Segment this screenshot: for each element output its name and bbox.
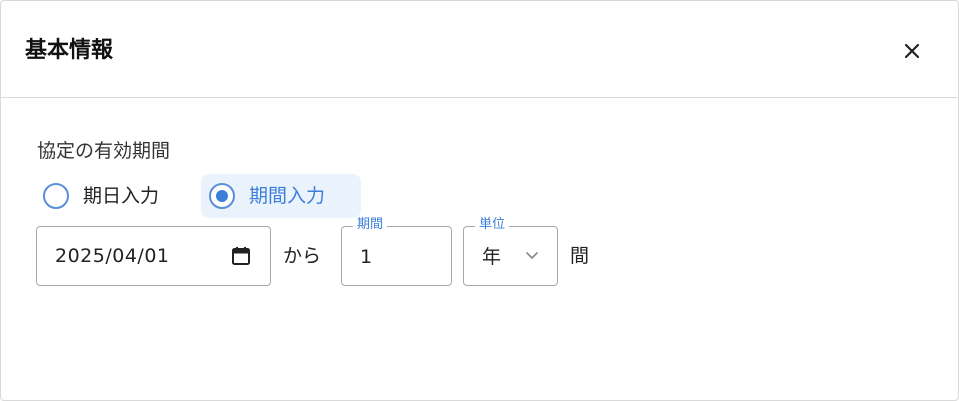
dialog: 基本情報 協定の有効期間 期日入力 期間入力 2025/04/01 から 期間 …	[0, 0, 959, 401]
unit-select[interactable]: 単位 年	[463, 217, 558, 286]
close-button[interactable]	[898, 37, 926, 65]
calendar-icon[interactable]	[230, 245, 252, 267]
close-icon	[904, 43, 920, 59]
radio-button-period-input[interactable]	[209, 183, 235, 209]
radio-button-date-input[interactable]	[43, 183, 69, 209]
dialog-title: 基本情報	[25, 38, 114, 63]
validity-period-label: 協定の有効期間	[37, 140, 171, 162]
from-text: から	[283, 245, 322, 267]
chevron-down-icon	[526, 252, 538, 259]
radio-label-date-input: 期日入力	[83, 185, 160, 207]
period-input-label: 期間	[353, 217, 388, 233]
period-input-value: 1	[360, 246, 373, 268]
radio-option-date-input[interactable]: 期日入力	[37, 174, 195, 218]
unit-select-label: 単位	[475, 217, 510, 233]
start-date-value: 2025/04/01	[55, 245, 170, 267]
period-input[interactable]: 期間 1	[341, 217, 452, 286]
dialog-header: 基本情報	[1, 1, 958, 98]
unit-select-value: 年	[482, 246, 502, 268]
radio-option-period-input[interactable]: 期間入力	[201, 174, 361, 218]
start-date-input[interactable]: 2025/04/01	[36, 226, 271, 286]
interval-text: 間	[570, 245, 590, 267]
radio-label-period-input: 期間入力	[249, 185, 326, 207]
